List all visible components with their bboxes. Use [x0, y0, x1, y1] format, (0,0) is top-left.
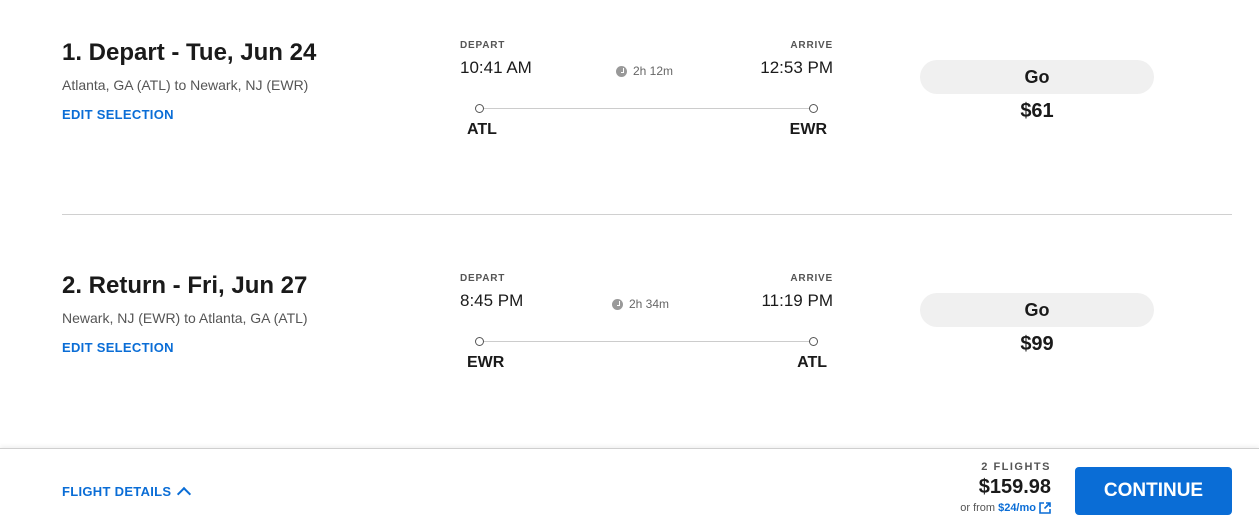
- destination-code: EWR: [789, 121, 827, 138]
- depart-time: 8:45 PM: [460, 291, 524, 310]
- arrive-time: 12:53 PM: [760, 58, 833, 77]
- origin-code: ATL: [467, 121, 497, 138]
- fare-go-button[interactable]: Go: [920, 293, 1154, 327]
- flight-count: 2 FLIGHTS: [981, 461, 1051, 473]
- trip-review-page: 1. Depart - Tue, Jun 24 Atlanta, GA (ATL…: [0, 0, 1259, 532]
- total-price: $159.98: [978, 476, 1051, 498]
- clock-icon: [616, 65, 627, 77]
- flight-duration: 2h 34m: [612, 297, 669, 311]
- segment-title: 2. Return - Fri, Jun 27: [62, 272, 308, 299]
- origin-dot: [475, 337, 484, 346]
- flight-timeline: DEPART ARRIVE 8:45 PM 11:19 PM 2h 34m EW…: [460, 271, 833, 381]
- edit-selection-link[interactable]: EDIT SELECTION: [62, 340, 174, 355]
- fare-go-button[interactable]: Go: [920, 60, 1154, 94]
- route-line: [480, 108, 814, 109]
- fare-price: $61: [1020, 100, 1054, 122]
- destination-code: ATL: [797, 354, 827, 371]
- segment-divider: [62, 214, 1232, 215]
- segment-title: 1. Depart - Tue, Jun 24: [62, 39, 317, 66]
- segment-route: Newark, NJ (EWR) to Atlanta, GA (ATL): [62, 310, 308, 326]
- origin-code: EWR: [467, 354, 505, 371]
- chevron-up-icon: [177, 486, 192, 502]
- arrive-label: ARRIVE: [790, 273, 833, 284]
- depart-label: DEPART: [460, 273, 506, 284]
- duration-text: 2h 12m: [633, 64, 674, 78]
- depart-label: DEPART: [460, 40, 506, 51]
- checkout-footer: FLIGHT DETAILS 2 FLIGHTS $159.98 or from…: [0, 448, 1259, 532]
- flight-duration: 2h 12m: [616, 64, 673, 78]
- external-link-icon[interactable]: [1039, 502, 1051, 514]
- flight-segment-depart: 1. Depart - Tue, Jun 24 Atlanta, GA (ATL…: [0, 0, 1259, 215]
- origin-dot: [475, 104, 484, 113]
- monthly-payment: or from $24/mo: [960, 502, 1051, 514]
- destination-dot: [809, 337, 818, 346]
- flight-segment-return: 2. Return - Fri, Jun 27 Newark, NJ (EWR)…: [0, 233, 1259, 433]
- duration-text: 2h 34m: [629, 297, 670, 311]
- flight-details-toggle[interactable]: FLIGHT DETAILS: [62, 484, 192, 502]
- destination-dot: [809, 104, 818, 113]
- flight-details-label: FLIGHT DETAILS: [62, 484, 172, 499]
- flight-timeline: DEPART ARRIVE 10:41 AM 12:53 PM 2h 12m A…: [460, 38, 833, 148]
- price-summary: 2 FLIGHTS $159.98 or from $24/mo: [960, 461, 1051, 514]
- edit-selection-link[interactable]: EDIT SELECTION: [62, 107, 174, 122]
- route-line: [480, 341, 814, 342]
- monthly-amount-link[interactable]: $24/mo: [998, 502, 1036, 514]
- segment-route: Atlanta, GA (ATL) to Newark, NJ (EWR): [62, 77, 309, 93]
- fare-price: $99: [1020, 333, 1054, 355]
- clock-icon: [612, 298, 623, 310]
- depart-time: 10:41 AM: [460, 58, 532, 77]
- continue-button[interactable]: CONTINUE: [1075, 467, 1232, 515]
- monthly-prefix: or from: [960, 502, 996, 514]
- arrive-label: ARRIVE: [790, 40, 833, 51]
- arrive-time: 11:19 PM: [761, 291, 833, 310]
